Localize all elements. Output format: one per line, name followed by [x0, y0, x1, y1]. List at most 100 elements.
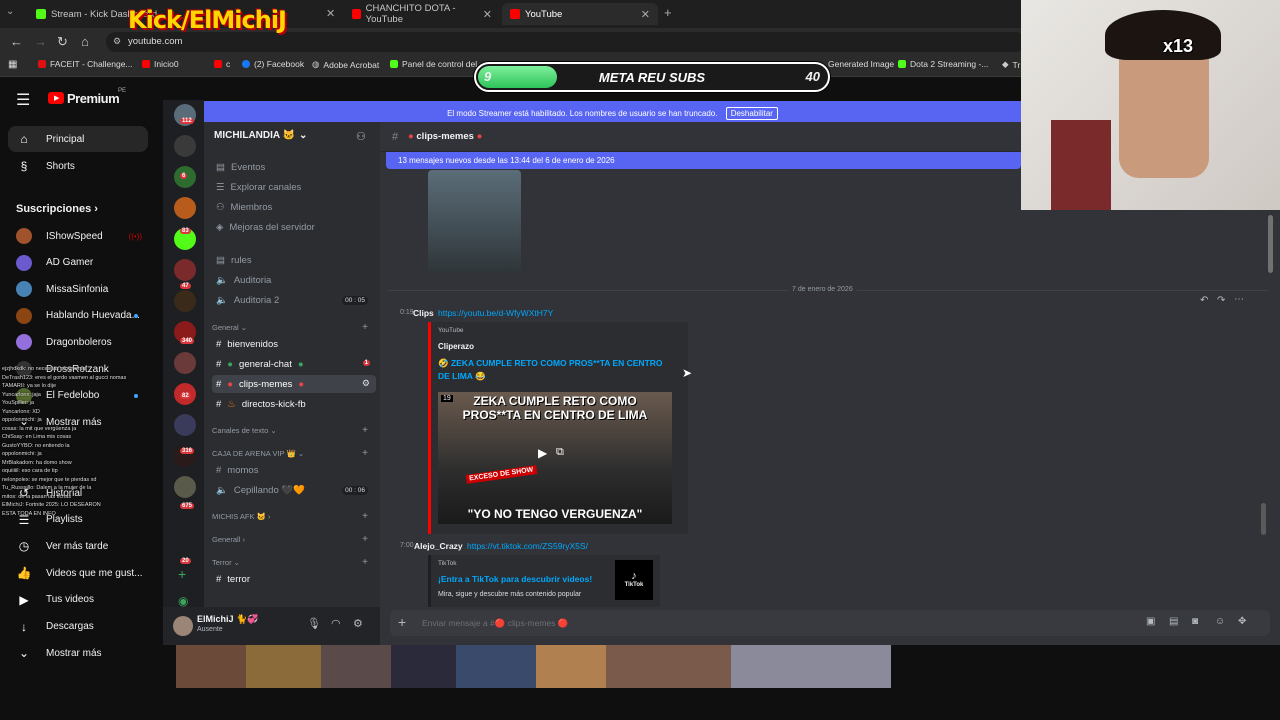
- server-icon[interactable]: [174, 414, 196, 436]
- channel-directos-kick-fb[interactable]: # ♨ directos-kick-fb: [212, 395, 376, 413]
- external-link-icon[interactable]: ⧉: [556, 446, 564, 459]
- sidebar-you-item[interactable]: ◷ Ver más tarde: [8, 533, 148, 559]
- server-boosts-item[interactable]: ◈ Mejoras del servidor: [212, 218, 376, 236]
- events-item[interactable]: ▤ Eventos: [212, 158, 376, 176]
- reply-icon[interactable]: ↶: [1200, 295, 1208, 306]
- add-channel-icon[interactable]: +: [362, 557, 368, 568]
- message-input[interactable]: + Enviar mensaje a #🔴 clips-memes 🔴 ▣ ▤ …: [390, 610, 1270, 636]
- new-tab-icon[interactable]: +: [664, 5, 672, 20]
- message-author[interactable]: Clips: [413, 308, 434, 318]
- voice-channel-auditoria[interactable]: 🔈 Auditoria: [212, 271, 376, 289]
- message-link[interactable]: https://vt.tiktok.com/ZS59ryX5S/: [467, 541, 588, 551]
- category-caja-arena[interactable]: CAJA DE ARENA VIP 👑 ⌄ +: [212, 448, 372, 459]
- sidebar-item-principal[interactable]: ⌂ Principal: [8, 126, 148, 152]
- apps-icon[interactable]: ✥: [1238, 616, 1246, 627]
- embed-title[interactable]: ¡Entra a TikTok para descubrir videos!: [438, 574, 592, 584]
- add-server-icon[interactable]: +: [178, 566, 186, 582]
- bookmark-item[interactable]: (2) Facebook: [242, 59, 304, 69]
- category-michis-afk[interactable]: MICHIS AFK 🐱 › +: [212, 511, 372, 522]
- hamburger-menu-icon[interactable]: ☰: [16, 90, 30, 110]
- bookmark-item[interactable]: Dota 2 Streaming -...: [898, 59, 988, 69]
- site-info-icon[interactable]: ⚙: [113, 36, 121, 47]
- sidebar-you-item[interactable]: ⌄ Mostrar más: [8, 640, 148, 666]
- bookmark-item[interactable]: FACEIT - Challenge...: [38, 59, 133, 69]
- server-header[interactable]: MICHILANDIA 🐱 ⌄: [214, 130, 307, 141]
- headphones-icon[interactable]: ◠: [331, 617, 341, 630]
- tab-search-icon[interactable]: ⌄: [6, 6, 14, 17]
- video-thumbnail[interactable]: 19 ZEKA CUMPLE RETO COMO PROS**TA EN CEN…: [438, 392, 672, 524]
- sidebar-you-item[interactable]: ↓ Descargas: [8, 614, 148, 640]
- embed-author[interactable]: Cliperazo: [438, 342, 474, 351]
- bookmark-item[interactable]: Panel de control del: [390, 59, 477, 69]
- close-icon[interactable]: ✕: [641, 8, 650, 21]
- add-channel-icon[interactable]: +: [362, 511, 368, 522]
- server-icon[interactable]: [174, 476, 196, 498]
- sidebar-sub-item[interactable]: Hablando Huevada...: [8, 303, 148, 329]
- channel-rules[interactable]: ▤ rules: [212, 251, 376, 269]
- settings-icon[interactable]: ⚙: [362, 378, 370, 389]
- close-icon[interactable]: ✕: [483, 8, 492, 21]
- home-icon[interactable]: ⌂: [81, 34, 89, 49]
- disable-streamer-button[interactable]: Deshabilitar: [725, 107, 778, 120]
- server-icon[interactable]: [174, 197, 196, 219]
- scrollbar-thumb[interactable]: [1268, 215, 1273, 273]
- premium-label[interactable]: Premium: [67, 91, 120, 106]
- chat-scrollbar-thumb[interactable]: [1261, 503, 1266, 535]
- subscriptions-heading[interactable]: Suscripciones ›: [16, 203, 98, 215]
- channel-terror[interactable]: # terror: [212, 570, 376, 588]
- server-icon[interactable]: [174, 290, 196, 312]
- user-avatar[interactable]: [173, 616, 193, 636]
- bookmark-item[interactable]: Inicio0: [142, 59, 179, 69]
- category-generall[interactable]: Generall › +: [212, 534, 372, 545]
- play-icon[interactable]: ▶: [538, 446, 547, 460]
- message-author[interactable]: Alejo_Crazy: [414, 541, 463, 551]
- address-bar[interactable]: ⚙ youtube.com: [106, 32, 1026, 52]
- sidebar-item-shorts[interactable]: § Shorts: [8, 153, 148, 179]
- voice-channel-auditoria-2[interactable]: 🔈 Auditoria 2 00 : 05: [212, 291, 376, 309]
- sidebar-sub-item[interactable]: AD Gamer: [8, 250, 148, 276]
- gift-icon[interactable]: ▣: [1146, 616, 1155, 627]
- voice-channel-cepillando[interactable]: 🔈 Cepillando 🖤🧡 00 : 06: [212, 481, 376, 499]
- sidebar-sub-item[interactable]: Dragonboleros: [8, 329, 148, 355]
- add-channel-icon[interactable]: +: [362, 448, 368, 459]
- bookmark-item[interactable]: ◆ Tr: [1002, 59, 1020, 70]
- add-channel-icon[interactable]: +: [362, 322, 368, 333]
- forward-icon[interactable]: →: [34, 34, 47, 49]
- channel-clips-memes[interactable]: # ● clips-memes ● ⚙: [212, 375, 376, 393]
- more-icon[interactable]: ⋯: [1234, 294, 1244, 305]
- category-terror[interactable]: Terror ⌄ +: [212, 557, 372, 568]
- channel-bienvenidos[interactable]: # bienvenidos: [212, 335, 376, 353]
- explore-icon[interactable]: ◉: [178, 594, 188, 608]
- microphone-icon[interactable]: 🎙: [307, 617, 321, 630]
- channel-general-chat[interactable]: # ● general-chat ● 1: [212, 355, 376, 373]
- sidebar-you-item[interactable]: 👍 Videos que me gust...: [8, 560, 148, 586]
- sidebar-sub-item[interactable]: MissaSinfonia: [8, 276, 148, 302]
- embed-title[interactable]: 🤣 ZEKA CUMPLE RETO COMO PROS**TA EN CENT…: [438, 357, 668, 383]
- add-member-icon[interactable]: ⚇: [356, 130, 366, 143]
- apps-icon[interactable]: ▦: [8, 59, 17, 70]
- message-link[interactable]: https://youtu.be/d-WfyWXtH7Y: [438, 308, 553, 318]
- new-messages-banner[interactable]: 13 mensajes nuevos desde las 13:44 del 6…: [386, 152, 1021, 169]
- sidebar-sub-item[interactable]: IShowSpeed ((•)): [8, 223, 148, 249]
- close-icon[interactable]: ✕: [326, 7, 335, 20]
- category-general[interactable]: General ⌄ +: [212, 322, 372, 333]
- add-channel-icon[interactable]: +: [362, 534, 368, 545]
- tab-chanchito-dota[interactable]: CHANCHITO DOTA - YouTube ✕: [344, 3, 500, 25]
- reload-icon[interactable]: ↻: [57, 34, 68, 50]
- page-scrollbar[interactable]: [1261, 215, 1274, 685]
- bookmark-item[interactable]: ◍ Adobe Acrobat: [312, 59, 379, 70]
- category-canales-texto[interactable]: Canales de texto ⌄ +: [212, 425, 372, 436]
- members-item[interactable]: ⚇ Miembros: [212, 198, 376, 216]
- sidebar-you-item[interactable]: ▶ Tus videos: [8, 587, 148, 613]
- browse-channels-item[interactable]: ☰ Explorar canales: [212, 178, 376, 196]
- attached-image[interactable]: [428, 170, 521, 272]
- add-attachment-icon[interactable]: +: [398, 614, 406, 630]
- user-settings-icon[interactable]: ⚙: [353, 617, 363, 630]
- channel-momos[interactable]: # momos: [212, 461, 376, 479]
- tab-youtube[interactable]: YouTube ✕: [502, 3, 658, 25]
- server-icon[interactable]: [174, 352, 196, 374]
- server-icon[interactable]: [174, 259, 196, 281]
- emoji-icon[interactable]: ☺: [1215, 616, 1225, 627]
- bookmark-item[interactable]: Generated Image: [828, 59, 894, 69]
- forward-icon[interactable]: ↷: [1217, 295, 1225, 306]
